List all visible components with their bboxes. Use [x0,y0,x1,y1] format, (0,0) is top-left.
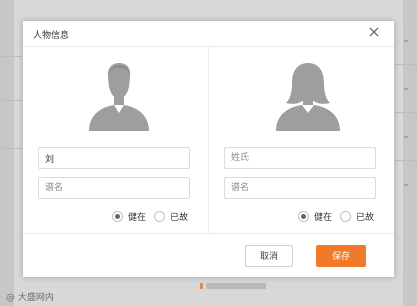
mother-status-deceased-label: 已故 [355,212,374,223]
mother-panel: 母 亲 健在 已故 [209,47,394,233]
father-status-alive-label: 健在 [127,212,146,223]
save-button[interactable]: 保存 [316,245,366,267]
background-divider [395,64,417,65]
dialog-header: 人物信息 [23,21,394,47]
background-marker [404,136,408,138]
background-right-strip [403,0,417,306]
radio-checked-icon [111,210,123,222]
father-name-input[interactable] [38,177,190,199]
father-status-deceased-label: 已故 [169,212,188,223]
mother-status-deceased-radio[interactable]: 已故 [339,210,374,223]
father-status-deceased-radio[interactable]: 已故 [153,210,188,223]
background-left-strip [0,0,14,306]
cancel-button[interactable]: 取消 [245,245,293,267]
mother-status-alive-radio[interactable]: 健在 [297,210,332,223]
close-icon[interactable] [368,26,380,38]
mother-surname-input[interactable] [224,147,376,169]
background-marker [404,40,408,42]
background-divider [395,112,417,113]
mother-name-input[interactable] [224,177,376,199]
person-info-dialog: 人物信息 父 亲 健在 已故 [23,21,394,277]
background-divider [0,148,22,149]
father-status-group: 健在 已故 [104,209,188,223]
radio-unchecked-icon [153,210,165,222]
background-divider [0,100,22,101]
female-avatar-icon[interactable] [268,57,348,131]
dialog-title: 人物信息 [33,31,70,41]
mother-status-alive-label: 健在 [313,212,332,223]
mother-status-group: 健在 已故 [290,209,374,223]
background-divider [395,160,417,161]
watermark: @ 大盛网内 [6,293,54,303]
background-footer-text [200,283,266,289]
father-status-alive-radio[interactable]: 健在 [111,210,146,223]
dialog-footer-divider [23,233,394,234]
background-marker [404,184,408,186]
background-divider [0,56,22,57]
male-avatar-icon[interactable] [79,57,159,131]
radio-checked-icon [297,210,309,222]
father-panel: 父 亲 健在 已故 [23,47,208,233]
radio-unchecked-icon [339,210,351,222]
father-surname-input[interactable] [38,147,190,169]
background-marker [404,88,408,90]
